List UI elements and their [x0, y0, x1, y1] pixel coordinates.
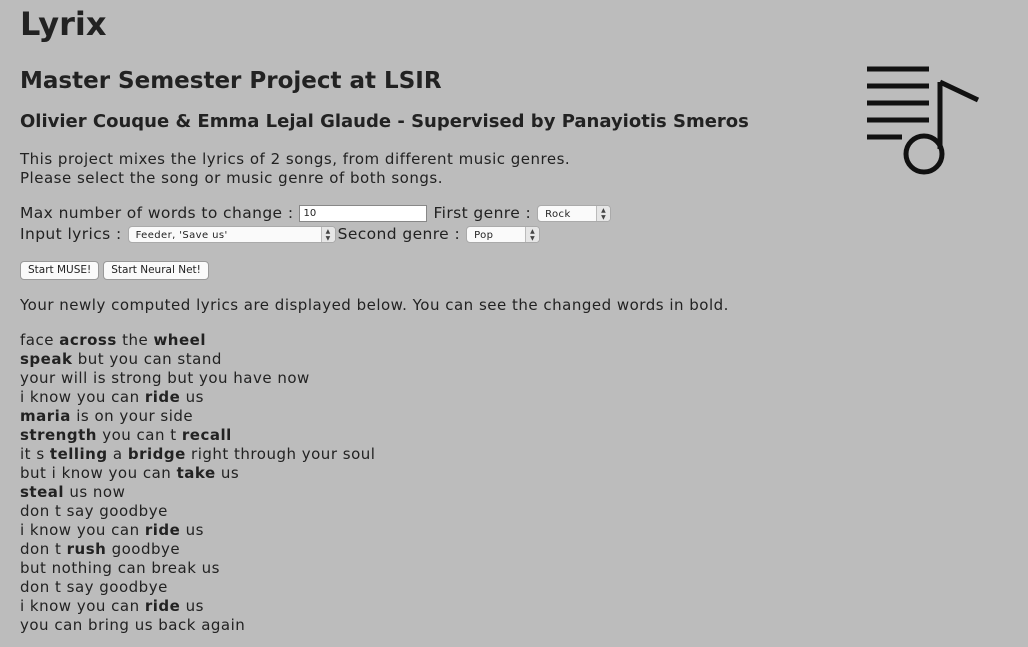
changed-word: bridge	[127, 445, 186, 463]
form-row-2: Input lyrics : Feeder, 'Save us' ▲ ▼ Seco…	[20, 224, 1010, 245]
lyrics-text: you can t	[96, 426, 182, 444]
input-lyrics-select[interactable]: Feeder, 'Save us' ▲ ▼	[127, 226, 336, 243]
lyrics-line: strength you can t recall	[20, 426, 1010, 445]
form-row-1: Max number of words to change : First ge…	[20, 203, 1010, 224]
changed-word: rush	[66, 540, 107, 558]
lyrics-line: don t say goodbye	[20, 502, 1010, 521]
lyrics-text: i know you can	[20, 597, 145, 615]
lyrics-line: i know you can ride us	[20, 597, 1010, 616]
lyrics-line: steal us now	[20, 483, 1010, 502]
chevron-up-down-icon: ▲ ▼	[596, 206, 611, 221]
lyrics-line: don t rush goodbye	[20, 540, 1010, 559]
changed-word: ride	[144, 597, 181, 615]
changed-word: ride	[144, 521, 181, 539]
lyrics-line: face across the wheel	[20, 331, 1010, 350]
changed-word: take	[176, 464, 216, 482]
lyrics-line: your will is strong but you have now	[20, 369, 1010, 388]
max-words-label: Max number of words to change :	[20, 204, 294, 222]
changed-word: telling	[49, 445, 108, 463]
lyrics-text: right through your soul	[185, 445, 376, 463]
second-genre-label: Second genre :	[337, 225, 461, 243]
action-buttons: Start MUSE! Start Neural Net!	[20, 261, 1010, 280]
lyrics-text: it s	[20, 445, 50, 463]
second-genre-value: Pop	[474, 229, 494, 241]
changed-word: maria	[20, 407, 71, 425]
lyrics-line: don t say goodbye	[20, 578, 1010, 597]
lyrics-text: i know you can	[20, 521, 145, 539]
input-lyrics-value: Feeder, 'Save us'	[135, 229, 228, 241]
lyrics-text: us	[180, 388, 204, 406]
result-note: Your newly computed lyrics are displayed…	[20, 296, 729, 314]
max-words-input[interactable]	[299, 205, 428, 222]
changed-word: speak	[20, 350, 73, 368]
start-muse-button[interactable]: Start MUSE!	[20, 261, 100, 280]
lyrics-output: face across the wheel speak but you can s…	[20, 331, 1010, 635]
changed-word: across	[59, 331, 117, 349]
playlist-music-note-icon	[867, 66, 980, 175]
first-genre-label: First genre :	[433, 204, 532, 222]
lyrics-text: us	[180, 597, 204, 615]
settings-form: Max number of words to change : First ge…	[20, 203, 1010, 245]
changed-word: recall	[181, 426, 232, 444]
lyrics-text: a	[107, 445, 128, 463]
second-genre-select[interactable]: Pop ▲ ▼	[466, 226, 541, 243]
lyrics-text: the	[116, 331, 154, 349]
lyrics-text: but i know you can	[20, 464, 177, 482]
lyrics-text: don t say goodbye	[20, 502, 168, 520]
first-genre-value: Rock	[545, 208, 571, 220]
lyrics-line: speak but you can stand	[20, 350, 1010, 369]
changed-word: ride	[144, 388, 181, 406]
changed-word: steal	[20, 483, 65, 501]
lyrics-text: don t	[20, 540, 67, 558]
chevron-up-down-icon: ▲ ▼	[320, 227, 335, 242]
lyrics-text: face	[20, 331, 60, 349]
lyrics-line: i know you can ride us	[20, 388, 1010, 407]
lyrics-text: is on your side	[70, 407, 194, 425]
lyrics-line: but nothing can break us	[20, 559, 1010, 578]
lyrics-line: you can bring us back again	[20, 616, 1010, 635]
lyrics-text: us now	[64, 483, 126, 501]
lyrics-line: but i know you can take us	[20, 464, 1010, 483]
start-neural-net-button[interactable]: Start Neural Net!	[103, 261, 209, 280]
lyrics-text: your will is strong but you have now	[20, 369, 310, 387]
changed-word: wheel	[153, 331, 206, 349]
lyrics-text: but you can stand	[72, 350, 222, 368]
lyrics-text: goodbye	[106, 540, 181, 558]
lyrics-line: maria is on your side	[20, 407, 1010, 426]
lyrics-text: you can bring us back again	[20, 616, 246, 634]
lyrics-text: i know you can	[20, 388, 145, 406]
lyrics-text: don t say goodbye	[20, 578, 168, 596]
lyrics-text: us	[215, 464, 240, 482]
lyrics-line: i know you can ride us	[20, 521, 1010, 540]
lyrics-text: but nothing can break us	[20, 559, 220, 577]
app-title: Lyrix	[20, 5, 107, 43]
first-genre-select[interactable]: Rock ▲ ▼	[537, 205, 612, 222]
input-lyrics-label: Input lyrics :	[20, 225, 122, 243]
chevron-up-down-icon: ▲ ▼	[525, 227, 540, 242]
lyrics-text: us	[180, 521, 204, 539]
lyrics-line: it s telling a bridge right through your…	[20, 445, 1010, 464]
changed-word: strength	[20, 426, 97, 444]
